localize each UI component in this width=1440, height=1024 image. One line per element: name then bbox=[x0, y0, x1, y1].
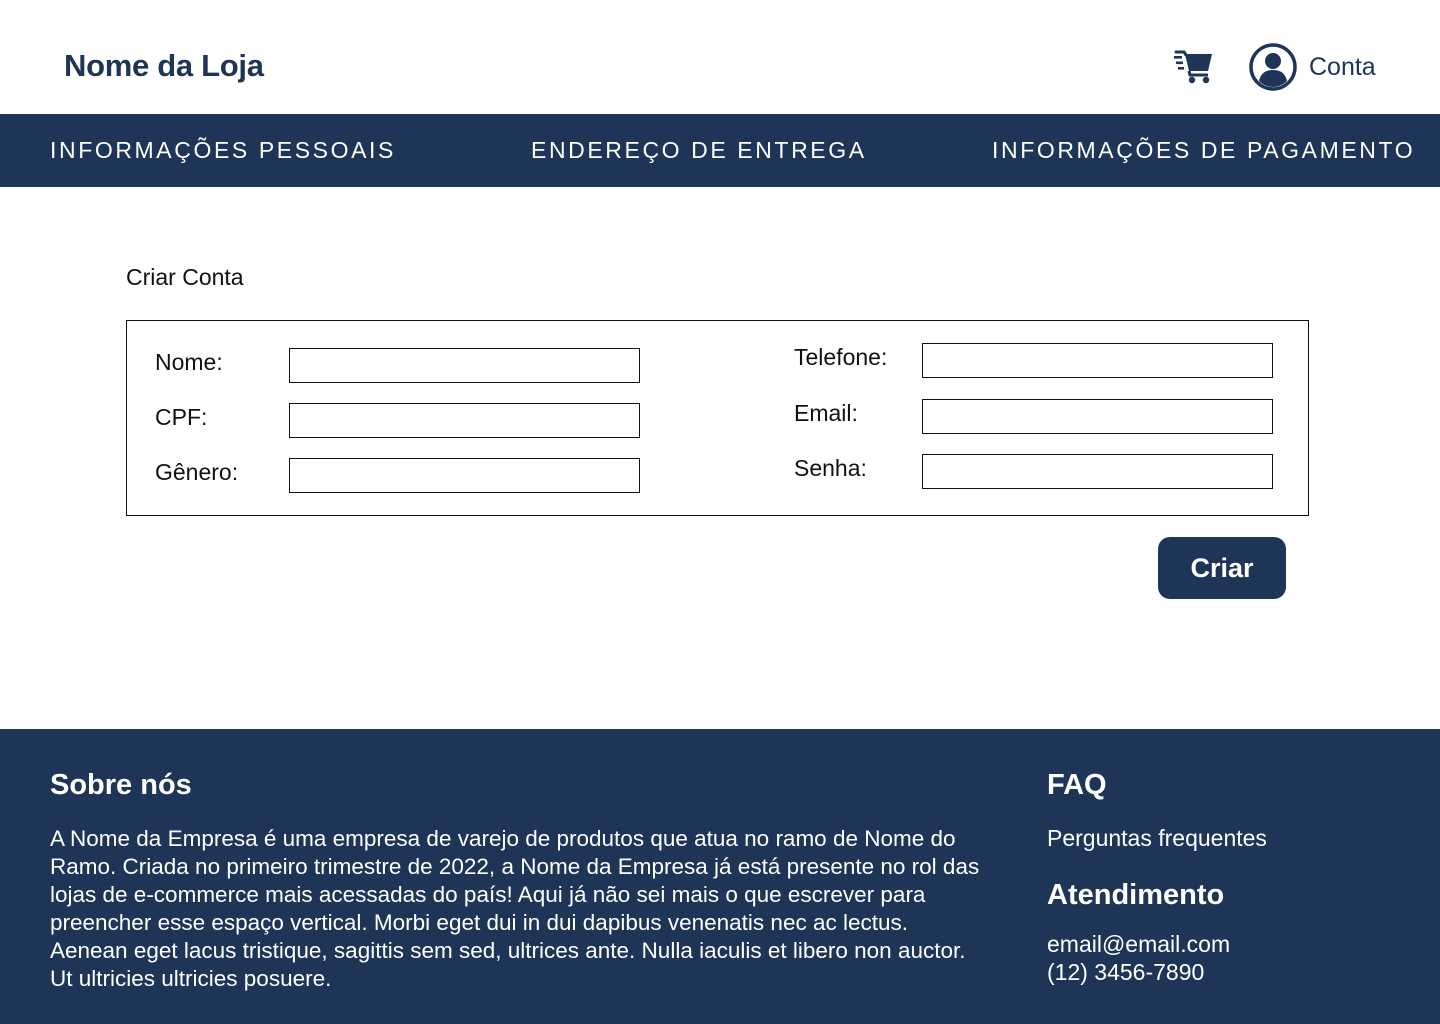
user-circle-icon bbox=[1249, 43, 1297, 91]
cart-button[interactable] bbox=[1170, 46, 1216, 86]
tab-personal-info[interactable]: INFORMAÇÕES PESSOAIS bbox=[50, 114, 396, 187]
shopping-cart-icon bbox=[1174, 50, 1212, 84]
name-label: Nome: bbox=[155, 349, 223, 375]
password-label: Senha: bbox=[794, 455, 867, 481]
footer: Sobre nós A Nome da Empresa é uma empres… bbox=[0, 729, 1440, 1024]
cpf-input[interactable] bbox=[289, 403, 640, 438]
form-title: Criar Conta bbox=[126, 264, 244, 290]
support-phone: (12) 3456-7890 bbox=[1047, 959, 1205, 985]
header: Nome da Loja Conta bbox=[0, 0, 1440, 114]
tab-shipping-address[interactable]: ENDEREÇO DE ENTREGA bbox=[531, 114, 867, 187]
password-input[interactable] bbox=[922, 454, 1273, 489]
store-name[interactable]: Nome da Loja bbox=[64, 46, 264, 86]
about-text: A Nome da Empresa é uma empresa de varej… bbox=[50, 826, 980, 991]
phone-label: Telefone: bbox=[794, 344, 888, 370]
support-title: Atendimento bbox=[1047, 879, 1225, 911]
tab-payment-info[interactable]: INFORMAÇÕES DE PAGAMENTO bbox=[992, 114, 1415, 187]
name-input[interactable] bbox=[289, 348, 640, 383]
gender-input[interactable] bbox=[289, 458, 640, 493]
about-title: Sobre nós bbox=[50, 769, 192, 801]
email-input[interactable] bbox=[922, 399, 1273, 434]
faq-link[interactable]: Perguntas frequentes bbox=[1047, 825, 1267, 852]
gender-label: Gênero: bbox=[155, 459, 239, 485]
checkout-steps-nav: INFORMAÇÕES PESSOAIS ENDEREÇO DE ENTREGA… bbox=[0, 114, 1440, 187]
email-label: Email: bbox=[794, 400, 858, 426]
phone-input[interactable] bbox=[922, 343, 1273, 378]
account-label: Conta bbox=[1309, 52, 1376, 81]
create-account-form: Nome: CPF: Gênero: Telefone: Email: Senh… bbox=[126, 320, 1309, 516]
faq-title: FAQ bbox=[1047, 769, 1107, 801]
account-button[interactable]: Conta bbox=[1248, 42, 1376, 92]
support-email[interactable]: email@email.com bbox=[1047, 931, 1230, 958]
cpf-label: CPF: bbox=[155, 404, 208, 430]
create-button[interactable]: Criar bbox=[1158, 537, 1286, 599]
